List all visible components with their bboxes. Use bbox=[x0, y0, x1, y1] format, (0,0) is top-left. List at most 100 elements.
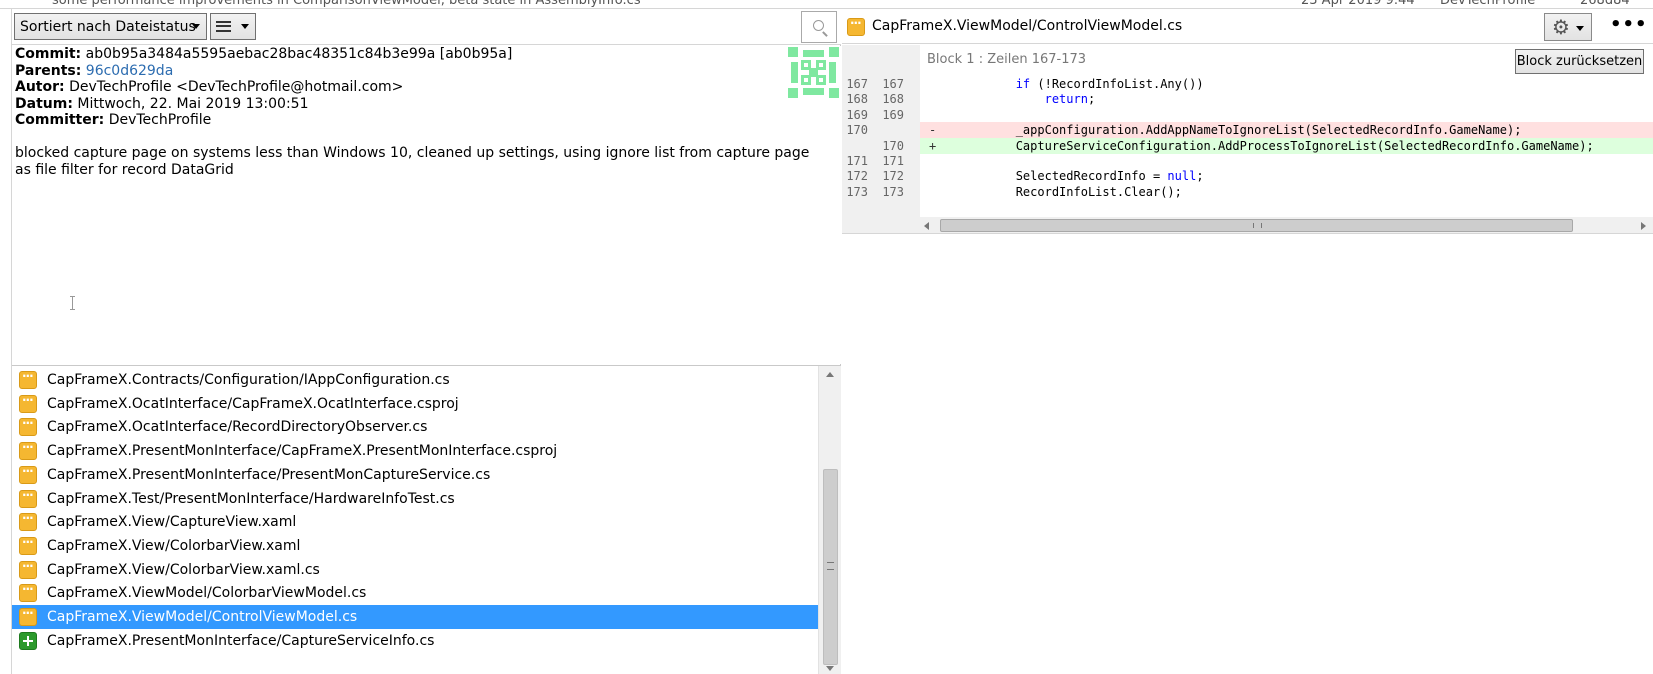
diff-line-context: 167 167 if (!RecordInfoList.Any()) bbox=[842, 76, 1653, 92]
modified-file-icon bbox=[19, 559, 37, 579]
diff-settings-button[interactable]: ⚙ bbox=[1544, 13, 1592, 41]
scroll-down-icon[interactable] bbox=[826, 666, 834, 671]
parent-link[interactable]: 96c0d629da bbox=[86, 63, 174, 79]
author-row: Autor: DevTechProfile <DevTechProfile@ho… bbox=[15, 79, 841, 96]
old-line-number: 167 bbox=[846, 77, 868, 91]
code-text: SelectedRecordInfo = null; bbox=[929, 169, 1204, 184]
file-path: CapFrameX.ViewModel/ControlViewModel.cs bbox=[47, 609, 358, 625]
file-list-scrollbar[interactable] bbox=[818, 366, 841, 674]
list-view-icon bbox=[216, 21, 231, 32]
new-line-number: 168 bbox=[882, 92, 904, 107]
diff-horizontal-scrollbar[interactable] bbox=[920, 217, 1653, 234]
scroll-right-icon[interactable] bbox=[1641, 222, 1646, 230]
search-button[interactable] bbox=[801, 11, 837, 43]
new-line-number: 173 bbox=[882, 184, 904, 199]
diff-line-removed: 170- _appConfiguration.AddAppNameToIgnor… bbox=[842, 122, 1653, 139]
parents-label: Parents: bbox=[15, 62, 82, 79]
scroll-left-icon[interactable] bbox=[924, 222, 929, 230]
commit-list-clipped-row[interactable]: some performance improvements in Compari… bbox=[0, 0, 1653, 9]
old-line-number: 172 bbox=[846, 169, 868, 184]
changed-files-list[interactable]: CapFrameX.Contracts/Configuration/IAppCo… bbox=[12, 365, 841, 674]
commit-row: Commit: ab0b95a3484a5595aebac28bac48351c… bbox=[15, 46, 841, 63]
old-line-number: 168 bbox=[846, 92, 868, 107]
diff-pane: CapFrameX.ViewModel/ControlViewModel.cs … bbox=[842, 9, 1653, 674]
file-list-item[interactable]: CapFrameX.View/CaptureView.xaml bbox=[12, 510, 818, 534]
diff-block-header: Block 1 : Zeilen 167-173 Block zurückset… bbox=[842, 45, 1653, 76]
commit-hash: ab0b95a3484a5595aebac28bac48351c84b3e99a… bbox=[85, 46, 513, 62]
file-list-item[interactable]: CapFrameX.ViewModel/ControlViewModel.cs bbox=[12, 605, 818, 629]
file-list-item[interactable]: CapFrameX.OcatInterface/CapFrameX.OcatIn… bbox=[12, 392, 818, 416]
file-path: CapFrameX.Test/PresentMonInterface/Hardw… bbox=[47, 490, 455, 507]
commit-details-pane: Sortiert nach Dateistatus Commit: ab0b95… bbox=[12, 9, 841, 674]
file-list-item[interactable]: CapFrameX.PresentMonInterface/CaptureSer… bbox=[12, 629, 818, 653]
file-list-item[interactable]: CapFrameX.ViewModel/ColorbarViewModel.cs bbox=[12, 581, 818, 605]
file-list-item[interactable]: CapFrameX.Test/PresentMonInterface/Hardw… bbox=[12, 487, 818, 511]
old-line-number: 171 bbox=[846, 154, 868, 168]
avatar bbox=[788, 47, 839, 98]
new-line-number: 167 bbox=[882, 77, 904, 91]
new-line-number: 171 bbox=[882, 154, 904, 168]
diff-line-context: 169 169 bbox=[842, 107, 1653, 123]
chevron-down-icon bbox=[192, 24, 200, 29]
diff-line-context: 172 172 SelectedRecordInfo = null; bbox=[842, 168, 1653, 184]
new-line-number: 170 bbox=[882, 138, 904, 153]
file-list-item[interactable]: CapFrameX.View/ColorbarView.xaml bbox=[12, 534, 818, 558]
chevron-down-icon bbox=[1576, 26, 1584, 31]
view-mode-dropdown[interactable] bbox=[210, 13, 256, 40]
added-file-icon bbox=[19, 631, 37, 650]
file-path: CapFrameX.ViewModel/ColorbarViewModel.cs bbox=[47, 585, 367, 602]
sort-dropdown[interactable]: Sortiert nach Dateistatus bbox=[14, 13, 207, 40]
file-path: CapFrameX.View/CaptureView.xaml bbox=[47, 514, 297, 531]
diff-filename: CapFrameX.ViewModel/ControlViewModel.cs bbox=[872, 18, 1183, 34]
scrollbar-thumb[interactable] bbox=[823, 469, 838, 665]
modified-file-icon bbox=[19, 393, 37, 413]
new-line-number: 169 bbox=[882, 107, 904, 122]
text-cursor-icon bbox=[70, 296, 75, 310]
scroll-up-icon[interactable] bbox=[826, 372, 834, 377]
diff-line-added: 170 + CaptureServiceConfiguration.AddProc… bbox=[842, 137, 1653, 154]
date-value: Mittwoch, 22. Mai 2019 13:00:51 bbox=[77, 95, 309, 112]
file-path: CapFrameX.View/ColorbarView.xaml bbox=[47, 537, 301, 554]
modified-file-icon bbox=[19, 464, 37, 484]
file-path: CapFrameX.OcatInterface/RecordDirectoryO… bbox=[47, 419, 428, 436]
file-path: CapFrameX.PresentMonInterface/CaptureSer… bbox=[47, 632, 435, 649]
left-gutter bbox=[0, 9, 12, 674]
code-text: if (!RecordInfoList.Any()) bbox=[1015, 77, 1204, 91]
line-number-gutter bbox=[842, 45, 920, 76]
file-list-item[interactable]: CapFrameX.View/ColorbarView.xaml.cs bbox=[12, 558, 818, 582]
diff-code-view[interactable]: 167 167 if (!RecordInfoList.Any()) 168 168 … bbox=[842, 76, 1653, 228]
file-list-item[interactable]: CapFrameX.Contracts/Configuration/IAppCo… bbox=[12, 368, 818, 392]
chevron-down-icon bbox=[241, 24, 249, 29]
new-line-number: 172 bbox=[882, 169, 904, 184]
modified-file-icon bbox=[19, 606, 37, 626]
commit-info: Commit: ab0b95a3484a5595aebac28bac48351c… bbox=[12, 46, 841, 364]
file-list-item[interactable]: CapFrameX.OcatInterface/RecordDirectoryO… bbox=[12, 415, 818, 439]
file-path: CapFrameX.Contracts/Configuration/IAppCo… bbox=[47, 372, 450, 388]
file-list-item[interactable]: CapFrameX.PresentMonInterface/CapFrameX.… bbox=[12, 439, 818, 463]
file-path: CapFrameX.PresentMonInterface/PresentMon… bbox=[47, 466, 491, 483]
modified-file-icon bbox=[19, 369, 37, 389]
old-line-number: 170 bbox=[846, 123, 868, 138]
committer-row: Committer: DevTechProfile bbox=[15, 112, 841, 129]
file-list-item[interactable]: CapFrameX.PresentMonInterface/PresentMon… bbox=[12, 463, 818, 487]
scrollbar-thumb[interactable] bbox=[940, 219, 1573, 232]
date-label: Datum: bbox=[15, 95, 73, 112]
code-text: CaptureServiceConfiguration.AddProcessTo… bbox=[929, 138, 1594, 153]
more-options-button[interactable]: ••• bbox=[1610, 14, 1648, 35]
old-line-number: 169 bbox=[846, 107, 868, 122]
code-text: return; bbox=[1044, 92, 1096, 107]
author-label: Autor: bbox=[15, 79, 65, 95]
reset-block-button[interactable]: Block zurücksetzen bbox=[1515, 49, 1644, 74]
commit-message: blocked capture page on systems less tha… bbox=[15, 144, 810, 178]
committer-value: DevTechProfile bbox=[108, 112, 212, 128]
date-row: Datum: Mittwoch, 22. Mai 2019 13:00:51 bbox=[15, 96, 841, 113]
gear-icon: ⚙ bbox=[1552, 15, 1570, 39]
sort-dropdown-label: Sortiert nach Dateistatus bbox=[20, 18, 196, 35]
search-icon bbox=[813, 20, 824, 31]
file-path: CapFrameX.View/ColorbarView.xaml.cs bbox=[47, 561, 320, 578]
code-text: RecordInfoList.Clear(); bbox=[929, 184, 1182, 199]
committer-label: Committer: bbox=[15, 112, 105, 128]
diff-line-context: 173 173 RecordInfoList.Clear(); bbox=[842, 184, 1653, 200]
parents-row: Parents: 96c0d629da bbox=[15, 63, 841, 80]
modified-file-icon bbox=[19, 511, 37, 532]
